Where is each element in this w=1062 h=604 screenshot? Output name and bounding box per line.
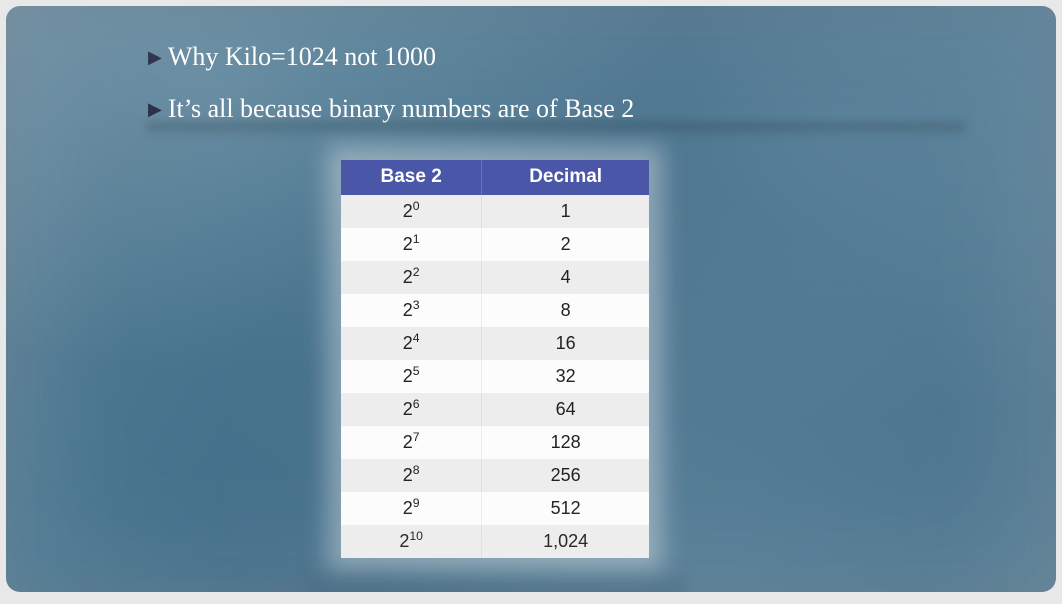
cell-decimal: 64 xyxy=(482,393,649,426)
triangle-right-icon: ▶ xyxy=(148,98,162,121)
cell-decimal: 2 xyxy=(482,228,649,261)
cell-decimal: 1 xyxy=(482,195,649,228)
cell-base2: 22 xyxy=(341,261,482,294)
cell-base2: 28 xyxy=(341,459,482,492)
table-row: 2532 xyxy=(341,360,649,393)
bullet-1: ▶ Why Kilo=1024 not 1000 xyxy=(148,40,1056,74)
table-header-row: Base 2 Decimal xyxy=(341,160,649,195)
header-base2: Base 2 xyxy=(341,160,482,195)
cell-decimal: 256 xyxy=(482,459,649,492)
table-row: 224 xyxy=(341,261,649,294)
header-decimal: Decimal xyxy=(482,160,649,195)
table-row: 29512 xyxy=(341,492,649,525)
powers-table: Base 2 Decimal 2012122242382416253226642… xyxy=(341,160,649,558)
cell-base2: 21 xyxy=(341,228,482,261)
table-row: 238 xyxy=(341,294,649,327)
cell-base2: 26 xyxy=(341,393,482,426)
cell-decimal: 512 xyxy=(482,492,649,525)
table-body: 2012122242382416253226642712828256295122… xyxy=(341,195,649,558)
table-row: 212 xyxy=(341,228,649,261)
cell-base2: 20 xyxy=(341,195,482,228)
table-row: 27128 xyxy=(341,426,649,459)
cell-decimal: 32 xyxy=(482,360,649,393)
table-row: 2664 xyxy=(341,393,649,426)
table-row: 28256 xyxy=(341,459,649,492)
cell-decimal: 8 xyxy=(482,294,649,327)
cell-base2: 210 xyxy=(341,525,482,558)
powers-table-container: Base 2 Decimal 2012122242382416253226642… xyxy=(341,160,649,558)
table-row: 2101,024 xyxy=(341,525,649,558)
bullet-1-text: Why Kilo=1024 not 1000 xyxy=(168,40,436,74)
cell-base2: 23 xyxy=(341,294,482,327)
table-row: 201 xyxy=(341,195,649,228)
triangle-right-icon: ▶ xyxy=(148,46,162,69)
cell-decimal: 16 xyxy=(482,327,649,360)
cell-base2: 27 xyxy=(341,426,482,459)
cell-base2: 25 xyxy=(341,360,482,393)
bullet-2: ▶ It’s all because binary numbers are of… xyxy=(148,92,1056,126)
cell-decimal: 1,024 xyxy=(482,525,649,558)
cell-base2: 24 xyxy=(341,327,482,360)
cell-decimal: 128 xyxy=(482,426,649,459)
blur-edge xyxy=(306,568,686,592)
slide: ▶ Why Kilo=1024 not 1000 ▶ It’s all beca… xyxy=(6,6,1056,592)
cell-base2: 29 xyxy=(341,492,482,525)
bullet-2-text: It’s all because binary numbers are of B… xyxy=(168,92,634,126)
cell-decimal: 4 xyxy=(482,261,649,294)
table-row: 2416 xyxy=(341,327,649,360)
